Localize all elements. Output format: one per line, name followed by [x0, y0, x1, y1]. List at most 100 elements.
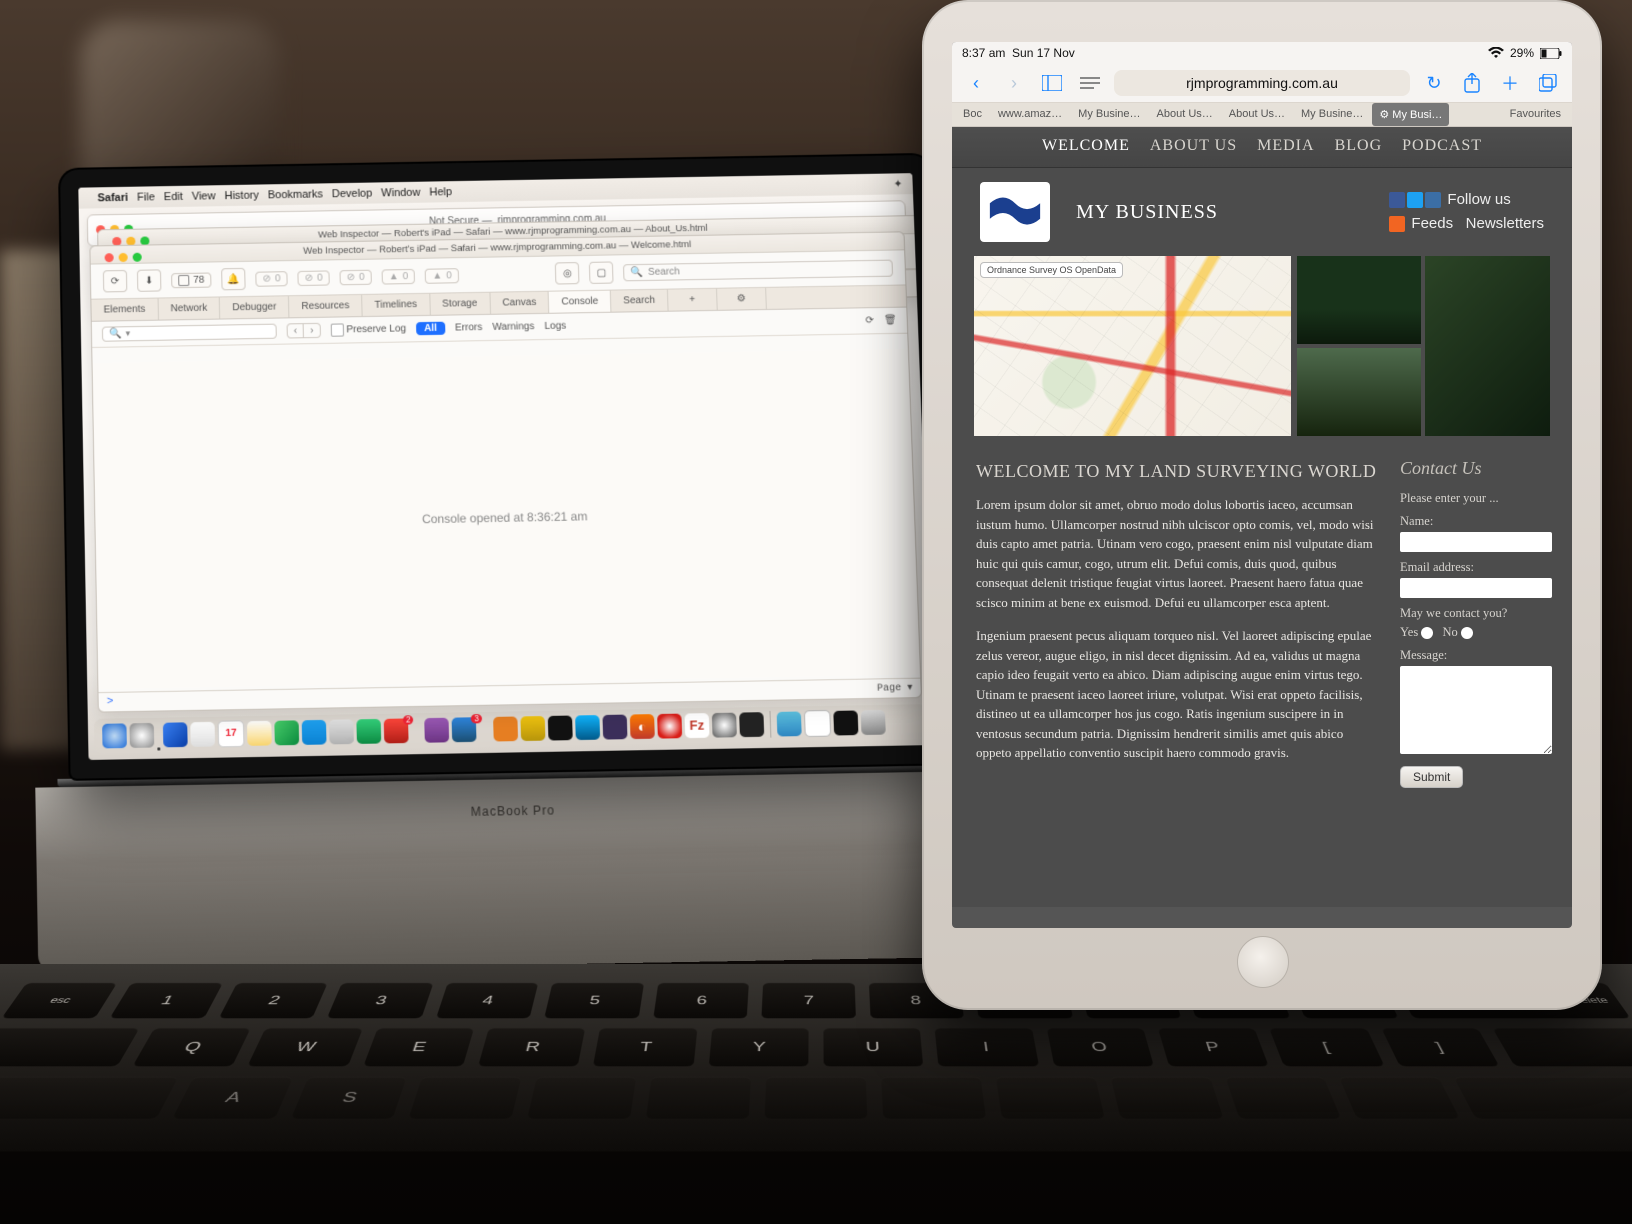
key-backslash[interactable] [1492, 1028, 1632, 1066]
sidebar-icon[interactable] [1038, 71, 1066, 95]
fav-aboutus2[interactable]: About Us… [1222, 103, 1292, 126]
menu-bookmarks[interactable]: Bookmarks [268, 188, 323, 201]
hero-photo-1[interactable] [1297, 256, 1422, 344]
nav-blog[interactable]: BLOG [1335, 137, 1383, 155]
dock-terminal-icon[interactable] [548, 715, 573, 740]
dock-maps-icon[interactable] [302, 719, 327, 744]
menu-help[interactable]: Help [429, 186, 452, 198]
download-icon[interactable]: ⬇ [137, 269, 161, 292]
dock-podcasts-icon[interactable] [425, 717, 450, 742]
key-return[interactable] [1454, 1077, 1632, 1119]
key-s[interactable]: S [291, 1077, 408, 1119]
dock-opera-icon[interactable] [657, 713, 682, 738]
dock-doc-icon[interactable] [833, 710, 858, 735]
web-inspector-window-front[interactable]: Web Inspector — Robert's iPad — Safari —… [89, 231, 922, 712]
key-1[interactable]: 1 [110, 983, 223, 1018]
message-field[interactable] [1400, 666, 1552, 754]
dock-trash-icon[interactable] [861, 710, 886, 735]
radio-no[interactable] [1461, 627, 1473, 639]
key-q[interactable]: Q [133, 1028, 252, 1066]
dock-mail-icon[interactable] [163, 722, 188, 747]
dock-app-icon[interactable] [493, 716, 518, 741]
key-7[interactable]: 7 [762, 983, 856, 1018]
console-output[interactable]: Console opened at 8:36:21 am [93, 349, 921, 689]
counter-c[interactable]: ⊘ 0 [339, 269, 371, 285]
reload-icon[interactable]: ⟳ [865, 315, 874, 326]
facebook-icon[interactable] [1389, 192, 1405, 208]
trash-icon[interactable]: 🗑 [884, 315, 897, 326]
dock-folder-icon[interactable] [776, 711, 801, 736]
key-caps[interactable] [0, 1077, 178, 1119]
key-tab[interactable] [0, 1028, 140, 1066]
newsletters-link[interactable]: Newsletters [1466, 215, 1544, 232]
macos-dock[interactable]: 17 2 3 ◐ Fz [94, 704, 928, 754]
site-logo[interactable] [980, 182, 1050, 242]
fav-aboutus[interactable]: About Us… [1150, 103, 1220, 126]
counter-a[interactable]: ⊘ 0 [255, 271, 287, 287]
nav-podcast[interactable]: PODCAST [1402, 137, 1482, 155]
fav-amaz[interactable]: www.amaz… [991, 103, 1069, 126]
radio-yes[interactable] [1421, 627, 1433, 639]
tab-elements[interactable]: Elements [91, 299, 158, 321]
hero-photo-2[interactable] [1425, 256, 1550, 436]
key-esc[interactable]: esc [1, 983, 117, 1018]
tab-console[interactable]: Console [549, 291, 612, 313]
fav-mybusiness2[interactable]: My Busine… [1294, 103, 1370, 126]
digg-icon[interactable] [1425, 192, 1441, 208]
nav-about[interactable]: ABOUT US [1150, 137, 1237, 155]
forward-button[interactable]: › [1000, 71, 1028, 95]
console-filter-input[interactable]: 🔍▾ [102, 324, 277, 342]
search-input[interactable]: 🔍 Search [623, 259, 893, 281]
dock-xcode-icon[interactable] [575, 715, 600, 740]
key-i[interactable]: I [935, 1028, 1039, 1066]
pager[interactable]: ‹› [287, 323, 321, 339]
key-4[interactable]: 4 [436, 983, 539, 1018]
key-5[interactable]: 5 [545, 983, 644, 1018]
dock-ps-icon[interactable] [602, 714, 627, 739]
reload-icon[interactable]: ↻ [1420, 71, 1448, 95]
tab-timelines[interactable]: Timelines [362, 294, 430, 316]
dock-notes-icon[interactable] [247, 720, 272, 745]
reader-icon[interactable] [1076, 71, 1104, 95]
tab-network[interactable]: Network [158, 297, 220, 319]
key-6[interactable]: 6 [653, 983, 749, 1018]
hero-photo-3[interactable] [1297, 348, 1422, 436]
dock-calendar-icon[interactable]: 17 [218, 720, 245, 747]
key-a[interactable]: A [172, 1077, 293, 1119]
key-y[interactable]: Y [708, 1028, 808, 1066]
tab-storage[interactable]: Storage [430, 293, 491, 315]
tab-add[interactable]: + [668, 289, 718, 311]
back-button[interactable]: ‹ [962, 71, 990, 95]
key-bracket-r[interactable]: ] [1381, 1028, 1500, 1066]
key-bracket-l[interactable]: [ [1269, 1028, 1384, 1066]
key-e[interactable]: E [363, 1028, 474, 1066]
name-field[interactable] [1400, 532, 1552, 552]
menu-file[interactable]: File [137, 191, 155, 203]
submit-button[interactable]: Submit [1400, 766, 1463, 788]
reload-icon[interactable]: ⟳ [103, 270, 127, 293]
key-p[interactable]: P [1158, 1028, 1269, 1066]
share-icon[interactable] [1458, 71, 1486, 95]
counter-b[interactable]: ⊘ 0 [297, 270, 329, 286]
menubar-app[interactable]: Safari [97, 191, 128, 204]
key-w[interactable]: W [248, 1028, 363, 1066]
dock-filezilla-icon[interactable]: Fz [684, 713, 709, 738]
newtab-icon[interactable]: ＋ [1496, 71, 1524, 95]
gear-icon[interactable]: ⚙ [717, 288, 767, 310]
nav-welcome[interactable]: WELCOME [1042, 137, 1130, 155]
key-r[interactable]: R [478, 1028, 586, 1066]
dock-facetime-icon[interactable] [356, 718, 381, 743]
menu-history[interactable]: History [224, 189, 259, 202]
tab-search[interactable]: Search [611, 290, 668, 312]
zoom-icon[interactable] [133, 253, 142, 262]
menu-edit[interactable]: Edit [164, 190, 183, 202]
minimize-icon[interactable] [119, 253, 128, 262]
tab-canvas[interactable]: Canvas [490, 292, 550, 314]
preserve-log-checkbox[interactable]: Preserve Log [330, 322, 406, 336]
dock-app-icon[interactable] [712, 712, 737, 737]
dock-safari-icon[interactable] [129, 722, 154, 747]
close-icon[interactable] [105, 253, 114, 262]
target-icon[interactable]: ◎ [555, 262, 580, 284]
dock-app-icon[interactable] [739, 712, 764, 737]
filter-warnings[interactable]: Warnings [492, 321, 534, 333]
